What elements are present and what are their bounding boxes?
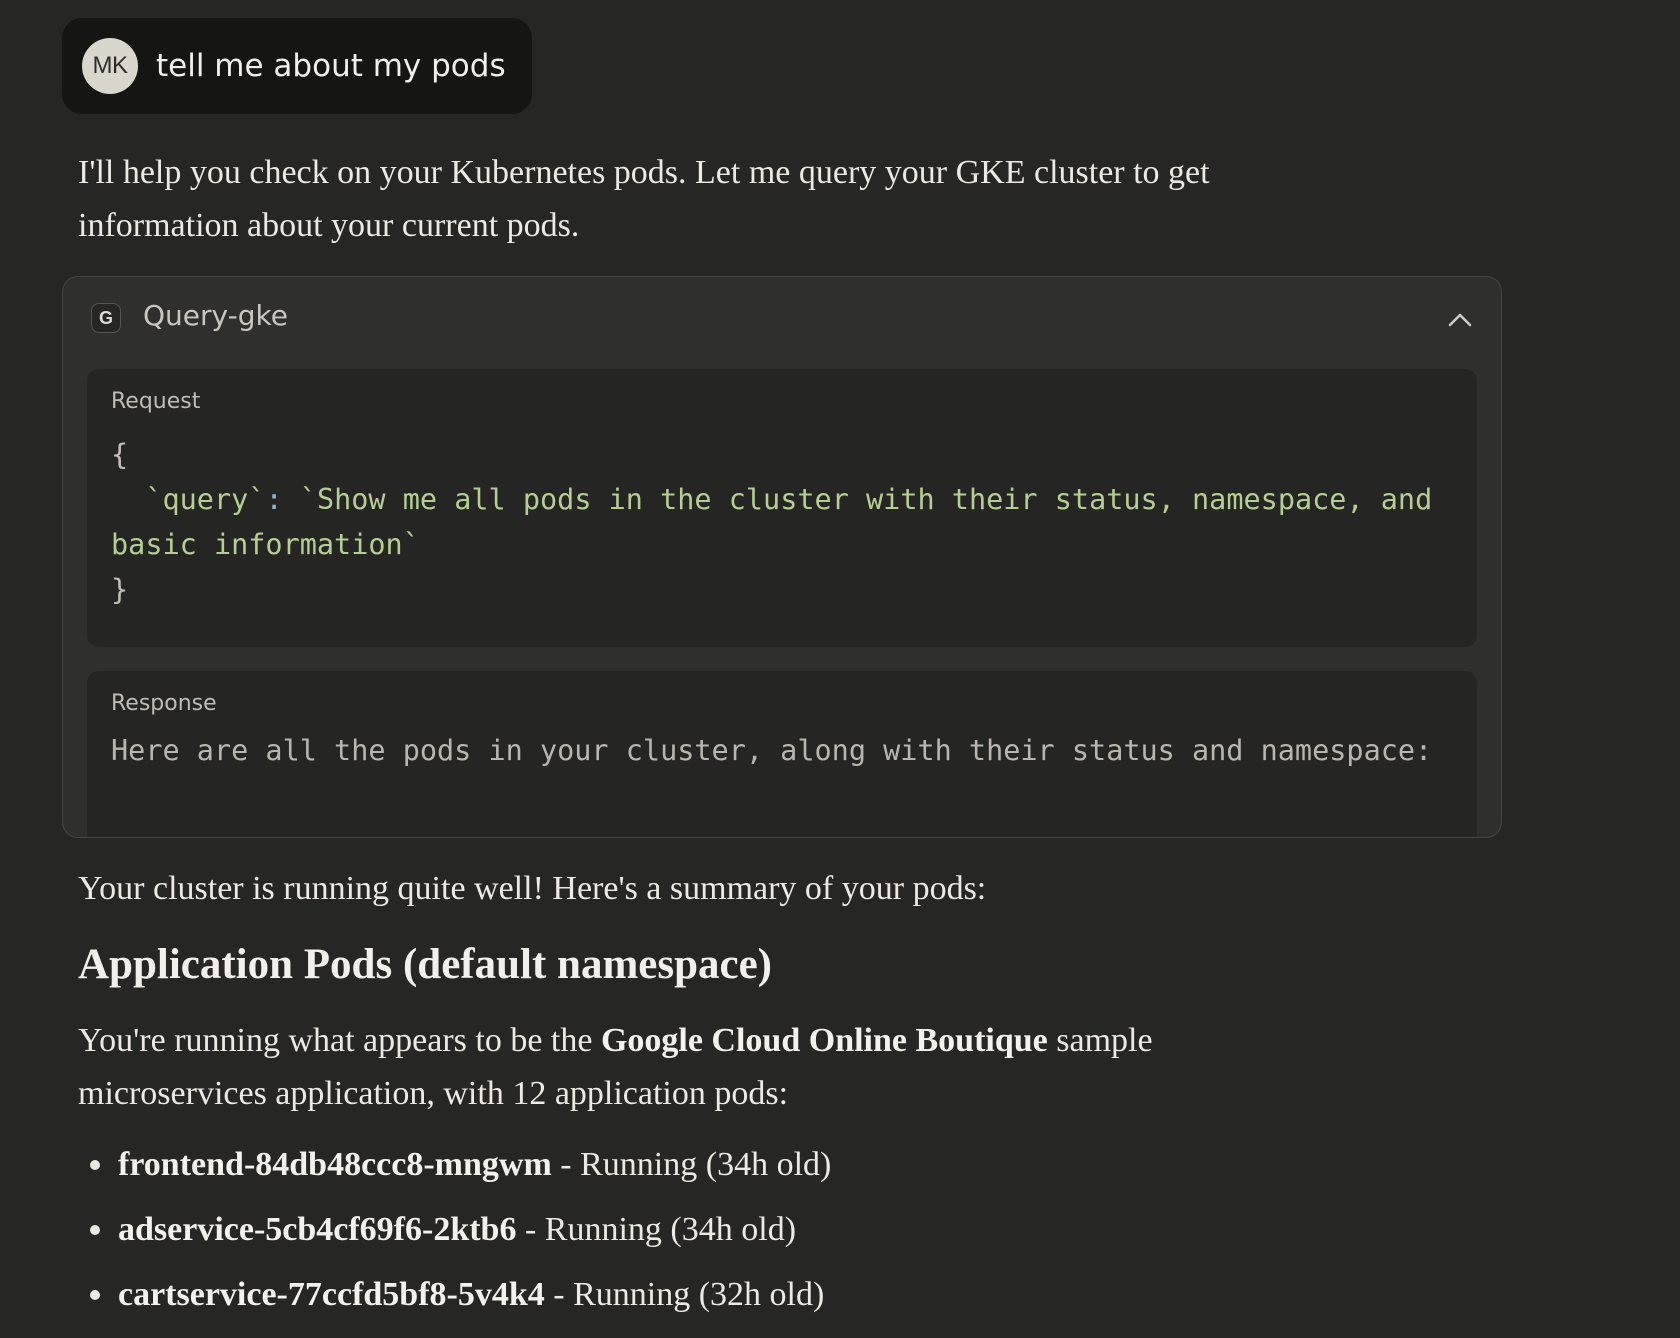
- list-item: adservice-5cb4cf69f6-2ktb6 - Running (34…: [78, 1205, 831, 1270]
- pod-name: frontend-84db48ccc8-mngwm: [118, 1146, 552, 1183]
- section-heading: Application Pods (default namespace): [78, 941, 772, 988]
- assistant-intro: I'll help you check on your Kubernetes p…: [78, 146, 1378, 252]
- chevron-up-icon[interactable]: [1445, 307, 1475, 331]
- section-para-line-1: You're running what appears to be the Go…: [78, 1014, 1378, 1067]
- list-item: frontend-84db48ccc8-mngwm - Running (34h…: [78, 1140, 831, 1205]
- open-brace: {: [111, 438, 129, 471]
- summary-line: Your cluster is running quite well! Here…: [78, 870, 987, 907]
- section-para-after: sample: [1047, 1022, 1153, 1059]
- request-box: Request { `query`: `Show me all pods in …: [87, 369, 1477, 647]
- pod-status: - Running (34h old): [516, 1211, 797, 1248]
- bullet: [90, 1290, 100, 1300]
- tool-call-card: G Query-gke Request { `query`: `Show me …: [62, 276, 1502, 838]
- close-brace: }: [111, 573, 129, 606]
- request-code: { `query`: `Show me all pods in the clus…: [111, 432, 1453, 612]
- user-message-text: tell me about my pods: [156, 48, 506, 84]
- request-value: `Show me all pods in the cluster with th…: [111, 483, 1450, 561]
- tool-g-icon: G: [91, 303, 121, 333]
- avatar[interactable]: MK: [82, 38, 138, 94]
- section-para-line-2: microservices application, with 12 appli…: [78, 1075, 789, 1112]
- request-colon: :: [265, 483, 283, 516]
- bullet: [90, 1160, 100, 1170]
- intro-line-1: I'll help you check on your Kubernetes p…: [78, 154, 1210, 191]
- request-label: Request: [111, 389, 201, 414]
- response-label: Response: [111, 691, 217, 716]
- section-para-before: You're running what appears to be the: [78, 1022, 601, 1059]
- tool-call-header[interactable]: G Query-gke: [63, 277, 1501, 361]
- pod-status: - Running (34h old): [551, 1146, 832, 1183]
- pod-status: - Running (32h old): [544, 1276, 825, 1313]
- section-para-bold: Google Cloud Online Boutique: [600, 1022, 1048, 1059]
- bullet: [90, 1225, 100, 1235]
- list-item: cartservice-77ccfd5bf8-5v4k4 - Running (…: [78, 1270, 831, 1335]
- pods-list: frontend-84db48ccc8-mngwm - Running (34h…: [78, 1140, 831, 1335]
- response-box: Response Here are all the pods in your c…: [87, 671, 1477, 837]
- pod-name: cartservice-77ccfd5bf8-5v4k4: [118, 1276, 545, 1313]
- pod-name: adservice-5cb4cf69f6-2ktb6: [118, 1211, 517, 1248]
- tool-name: Query-gke: [143, 299, 288, 332]
- response-text: Here are all the pods in your cluster, a…: [111, 734, 1433, 767]
- user-message: MK tell me about my pods: [62, 18, 532, 114]
- request-key: `query`: [145, 483, 266, 516]
- section-paragraph: You're running what appears to be the Go…: [78, 1014, 1378, 1120]
- intro-line-2: information about your current pods.: [78, 207, 580, 244]
